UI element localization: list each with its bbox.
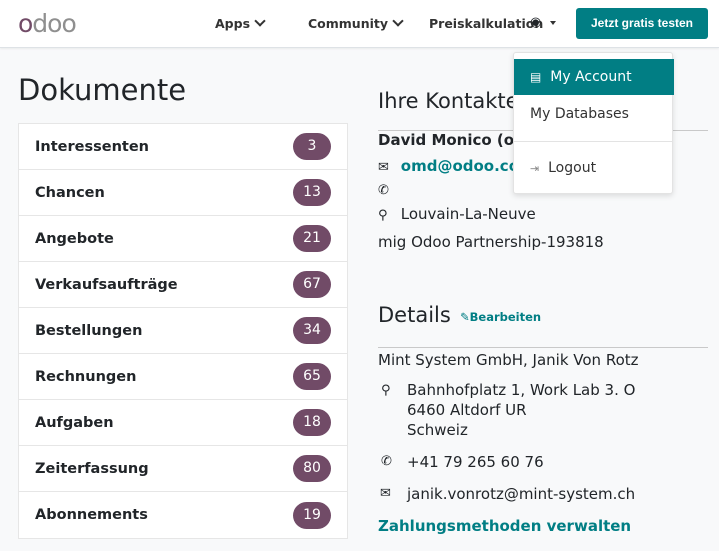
company-name: Mint System GmbH, Janik Von Rotz [378, 351, 639, 369]
menu-label: My Account [550, 69, 632, 85]
edit-label: Bearbeiten [469, 310, 542, 324]
list-item[interactable]: Bestellungen 34 [19, 308, 347, 354]
contacts-title: Ihre Kontakte [378, 89, 519, 113]
item-label: Zeiterfassung [35, 460, 149, 477]
divider [378, 347, 708, 348]
nav-label: Preiskalkulation [429, 16, 544, 31]
try-free-button[interactable]: Jetzt gratis testen [576, 8, 708, 39]
count-badge: 67 [293, 271, 331, 298]
list-item[interactable]: Aufgaben 18 [19, 400, 347, 446]
details-phone: +41 79 265 60 76 [407, 453, 544, 471]
list-item[interactable]: Interessenten 3 [19, 124, 347, 170]
item-label: Bestellungen [35, 322, 143, 339]
pencil-icon: ✎ [460, 310, 470, 324]
count-badge: 80 [293, 455, 331, 482]
caret-down-icon[interactable] [550, 21, 556, 25]
user-dropdown-menu: ▤ My Account My Databases ⇥ Logout [513, 52, 674, 194]
item-label: Interessenten [35, 138, 149, 155]
list-item[interactable]: Verkaufsaufträge 67 [19, 262, 347, 308]
address: Bahnhofplatz 1, Work Lab 3. O 6460 Altdo… [407, 380, 635, 440]
count-badge: 19 [293, 501, 331, 529]
map-marker-icon: ⚲ [378, 208, 388, 223]
map-marker-icon: ⚲ [381, 383, 391, 398]
list-item[interactable]: Zeiterfassung 80 [19, 446, 347, 492]
contact-name: David Monico (om [378, 131, 530, 149]
odoo-logo[interactable]: odoo [18, 9, 77, 38]
contact-email-link[interactable]: omd@odoo.co [401, 157, 519, 175]
count-badge: 21 [293, 225, 331, 252]
menu-item-my-databases[interactable]: My Databases [514, 96, 674, 132]
nav-community[interactable]: Community [308, 15, 404, 31]
manage-payment-methods-link[interactable]: Zahlungsmethoden verwalten [378, 517, 631, 535]
user-icon[interactable]: ◉ [530, 15, 541, 30]
nav-apps[interactable]: Apps [215, 15, 266, 31]
item-label: Chancen [35, 184, 105, 201]
nav-label: Apps [215, 16, 251, 31]
menu-label: Logout [548, 160, 597, 176]
phone-icon: ✆ [381, 454, 392, 469]
item-label: Verkaufsaufträge [35, 276, 178, 293]
item-label: Abonnements [35, 507, 148, 523]
count-badge: 34 [293, 317, 331, 344]
count-badge: 65 [293, 363, 331, 390]
address-line: Bahnhofplatz 1, Work Lab 3. O [407, 381, 636, 399]
count-badge: 13 [293, 179, 331, 206]
documents-list: Interessenten 3 Chancen 13 Angebote 21 Verk… [18, 123, 348, 539]
menu-item-my-account[interactable]: ▤ My Account [514, 59, 674, 95]
sign-out-icon: ⇥ [530, 162, 540, 175]
menu-label: My Databases [530, 106, 629, 122]
list-item[interactable]: Chancen 13 [19, 170, 347, 216]
chevron-down-icon [254, 15, 266, 27]
address-line: Schweiz [407, 421, 468, 439]
list-item[interactable]: Angebote 21 [19, 216, 347, 262]
item-label: Rechnungen [35, 368, 137, 385]
details-email: janik.vonrotz@mint-system.ch [407, 485, 636, 503]
address-line: 6460 Altdorf UR [407, 401, 527, 419]
top-navbar: odoo Apps Community Preiskalkulation ◉ J… [0, 0, 719, 48]
item-label: Angebote [35, 230, 114, 247]
list-item[interactable]: Abonnements 19 [19, 492, 347, 538]
edit-link[interactable]: ✎Bearbeiten [460, 310, 541, 324]
list-item[interactable]: Rechnungen 65 [19, 354, 347, 400]
envelope-icon: ✉ [380, 486, 391, 501]
page-title: Dokumente [18, 73, 187, 107]
item-label: Aufgaben [35, 414, 114, 431]
contact-city: Louvain-La-Neuve [400, 205, 536, 223]
menu-divider [514, 141, 672, 142]
nav-label: Community [308, 16, 389, 31]
menu-item-logout[interactable]: ⇥ Logout [514, 150, 674, 186]
count-badge: 18 [293, 409, 331, 436]
id-card-icon: ▤ [530, 70, 542, 84]
details-title: Details [378, 303, 451, 327]
contact-partnership: mig Odoo Partnership-193818 [378, 233, 604, 251]
chevron-down-icon [392, 15, 404, 27]
envelope-icon: ✉ [378, 160, 389, 175]
count-badge: 3 [293, 133, 331, 160]
phone-icon: ✆ [378, 183, 389, 198]
nav-preiskalkulation[interactable]: Preiskalkulation [429, 16, 543, 31]
